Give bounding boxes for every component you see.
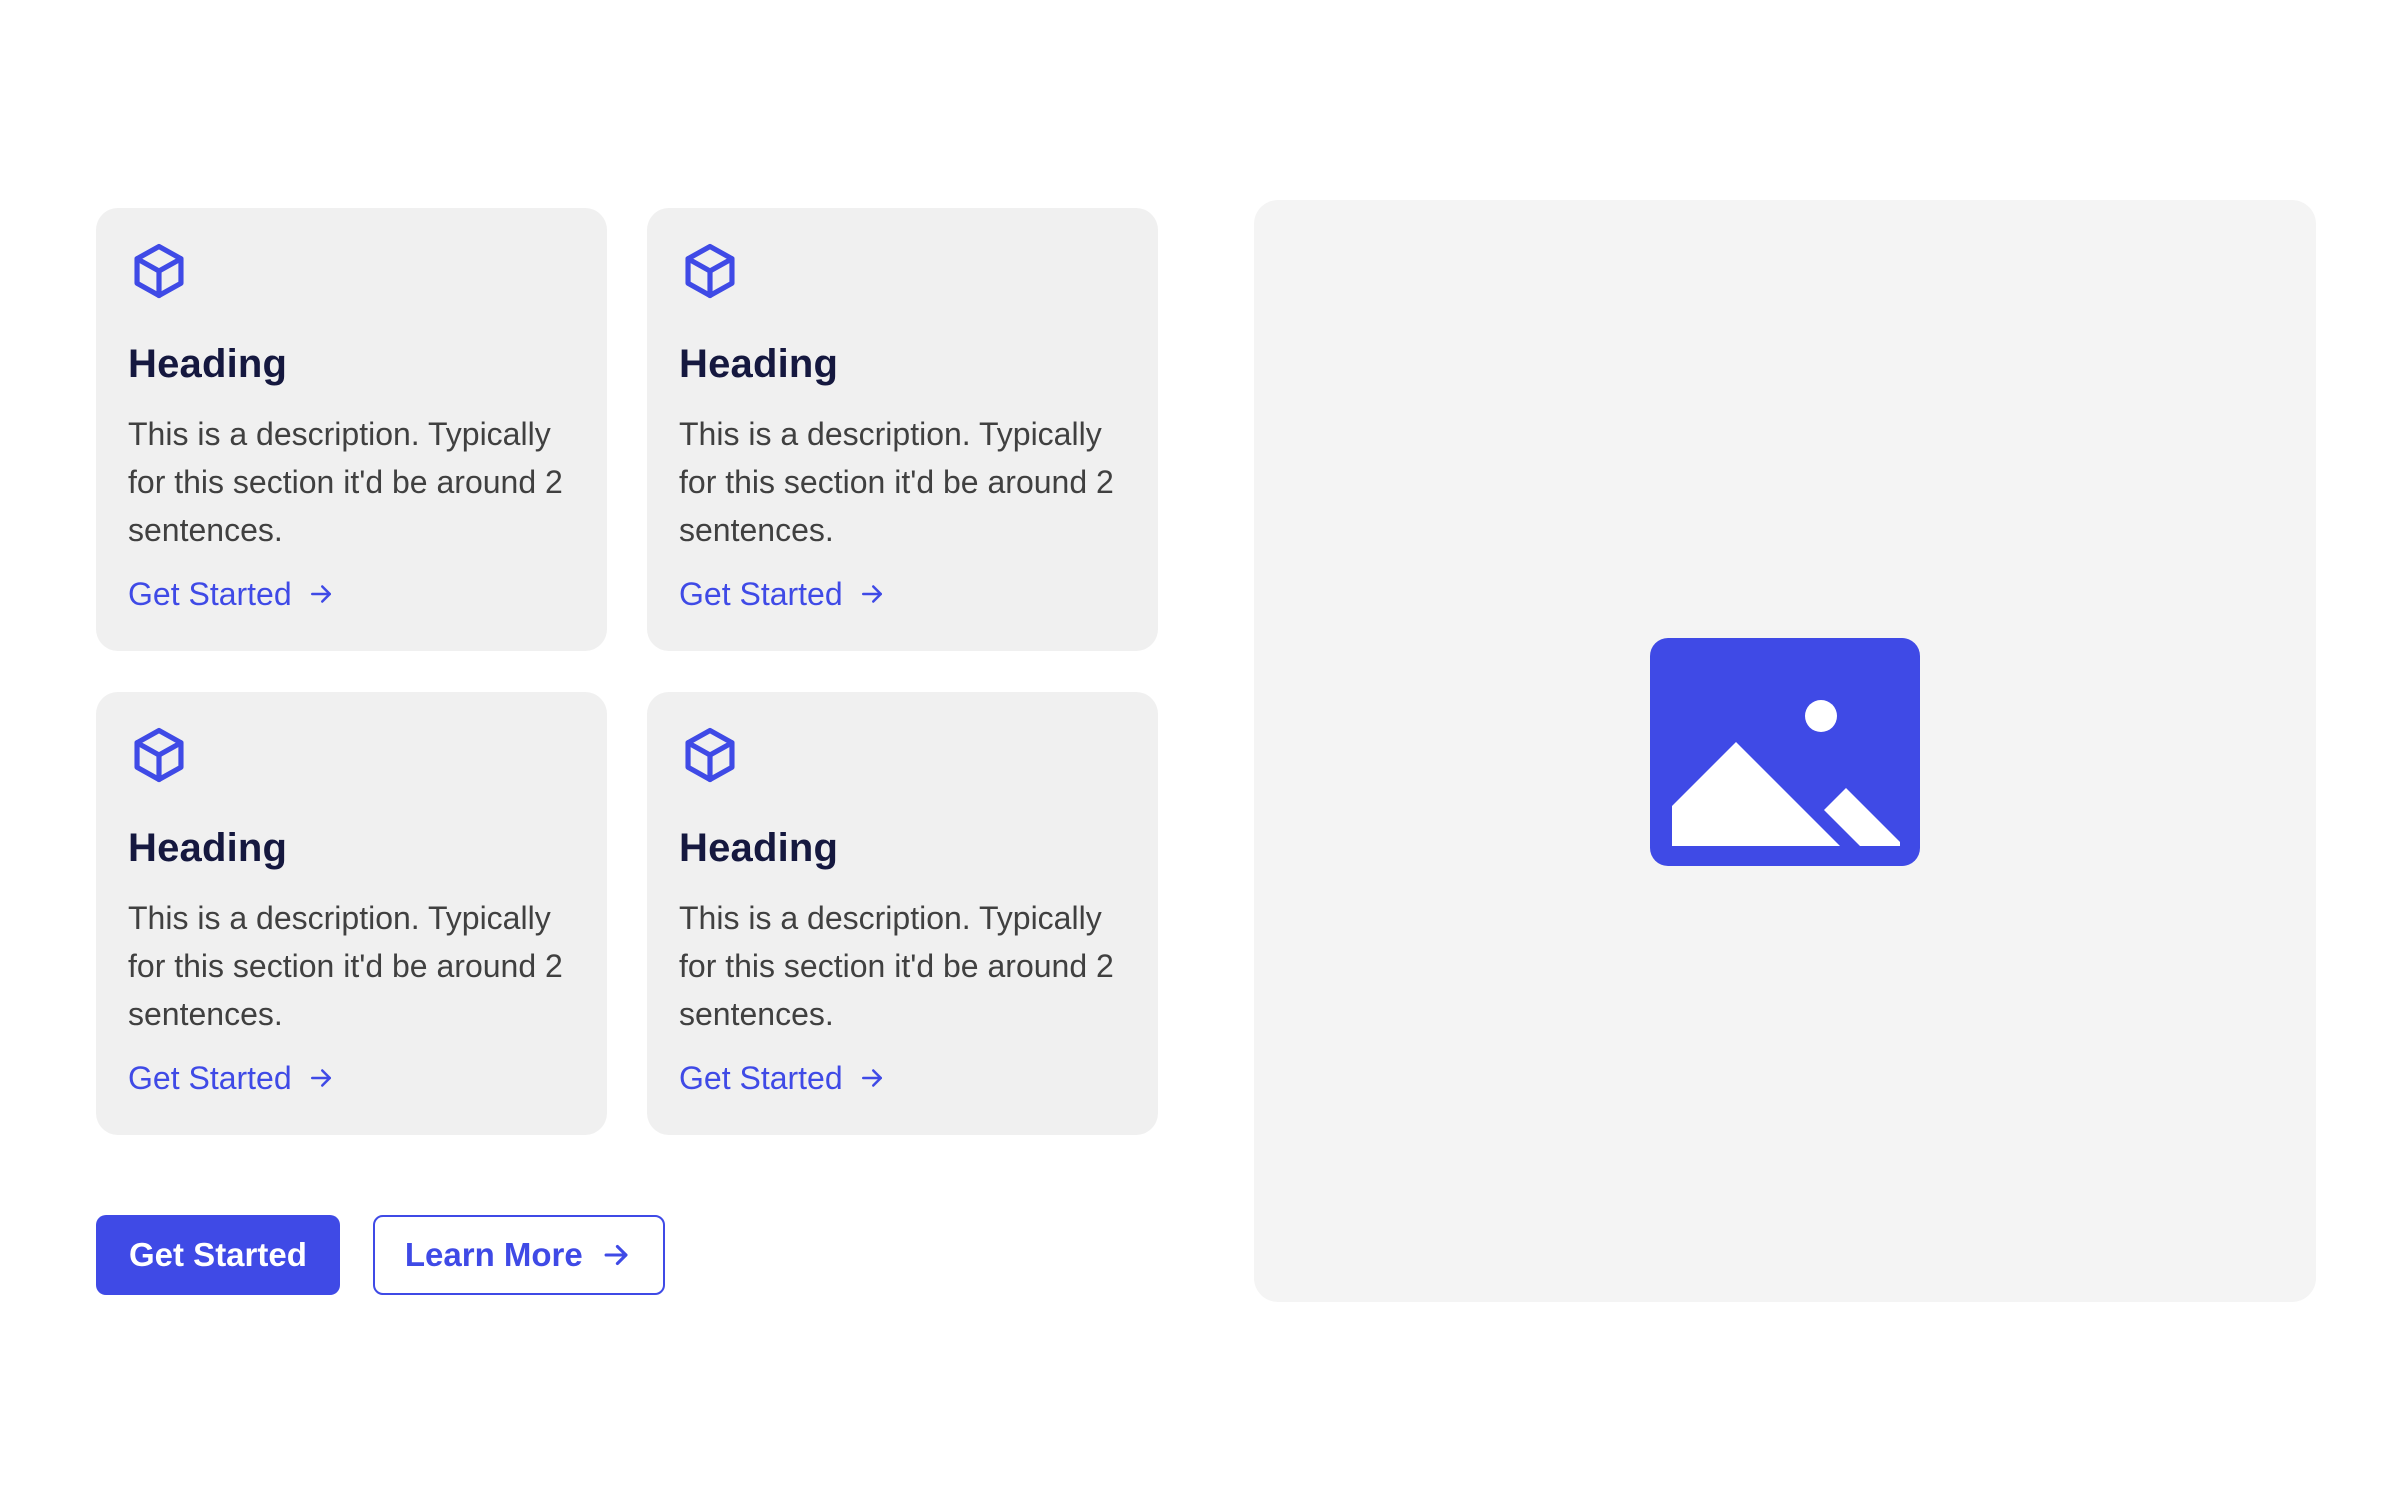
card-description: This is a description. Typically for thi…: [679, 416, 1114, 548]
get-started-link[interactable]: Get Started: [128, 1054, 336, 1102]
feature-card: Heading This is a description. Typically…: [647, 692, 1158, 1135]
action-buttons: Get Started Learn More: [96, 1215, 665, 1295]
link-label: Get Started: [679, 576, 843, 612]
learn-more-label: Learn More: [404, 1236, 583, 1273]
arrow-right-icon: [306, 579, 336, 609]
link-label: Get Started: [128, 1060, 292, 1096]
card-description: This is a description. Typically for thi…: [679, 900, 1114, 1032]
card-description: This is a description. Typically for thi…: [128, 900, 563, 1032]
arrow-right-icon: [857, 579, 887, 609]
cube-icon: [679, 240, 741, 302]
feature-grid: Heading This is a description. Typically…: [96, 208, 1158, 1135]
card-heading: Heading: [128, 342, 288, 386]
card-heading: Heading: [679, 342, 839, 386]
arrow-right-icon: [599, 1238, 633, 1272]
cube-icon: [128, 724, 190, 786]
link-label: Get Started: [128, 576, 292, 612]
feature-card: Heading This is a description. Typically…: [647, 208, 1158, 651]
card-heading: Heading: [128, 826, 288, 870]
arrow-right-icon: [306, 1063, 336, 1093]
cube-icon: [128, 240, 190, 302]
card-heading: Heading: [679, 826, 839, 870]
cube-icon: [679, 724, 741, 786]
image-placeholder: [1254, 200, 2316, 1302]
get-started-link[interactable]: Get Started: [679, 570, 887, 618]
get-started-button[interactable]: Get Started: [96, 1215, 340, 1295]
learn-more-button[interactable]: Learn More: [372, 1215, 665, 1295]
image-placeholder-icon: [1650, 638, 1920, 866]
feature-card: Heading This is a description. Typically…: [96, 208, 607, 651]
card-description: This is a description. Typically for thi…: [128, 416, 563, 548]
get-started-link[interactable]: Get Started: [679, 1054, 887, 1102]
get-started-link[interactable]: Get Started: [128, 570, 336, 618]
arrow-right-icon: [857, 1063, 887, 1093]
feature-card: Heading This is a description. Typically…: [96, 692, 607, 1135]
link-label: Get Started: [679, 1060, 843, 1096]
